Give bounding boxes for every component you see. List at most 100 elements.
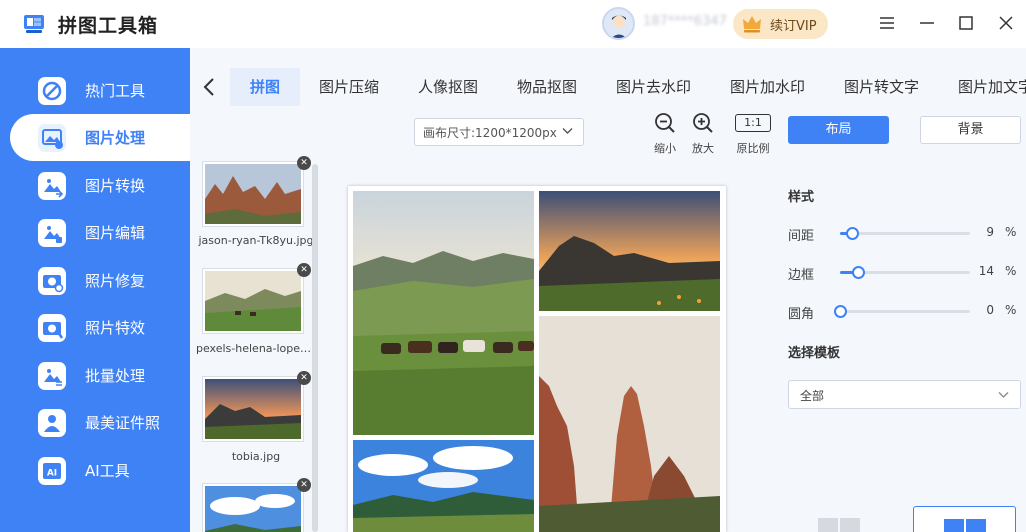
sidebar-item-photo-repair[interactable]: 照片修复	[0, 257, 190, 304]
template-grid-selected[interactable]	[913, 506, 1016, 532]
title-bar: 拼图工具箱 187****6347 续订VIP	[0, 0, 1026, 48]
image-convert-icon	[38, 172, 66, 200]
chevron-down-icon	[998, 392, 1009, 398]
spacing-slider-handle[interactable]	[846, 227, 859, 240]
thumbnail-name: jason-ryan-Tk8yu.jpg	[198, 234, 314, 247]
vip-renew-button[interactable]: 续订VIP	[733, 9, 828, 39]
spacing-slider-track[interactable]	[840, 227, 970, 240]
thumbnail-item[interactable]: ✕	[202, 478, 311, 532]
layout-button[interactable]: 布局	[788, 116, 889, 144]
sidebar-item-id-photo[interactable]: 最美证件照	[0, 399, 190, 446]
collage-photo-rocks	[539, 316, 720, 532]
border-slider[interactable]: 边框 14 %	[788, 262, 1024, 283]
sidebar-item-image-edit[interactable]: 图片编辑	[0, 209, 190, 256]
corner-radius-slider[interactable]: 圆角 0 %	[788, 301, 1024, 322]
sidebar-item-batch[interactable]: 批量处理	[0, 352, 190, 399]
sidebar-item-ai-tools[interactable]: AI AI工具	[0, 447, 190, 494]
sidebar: 热门工具 图片处理 图片转换 图片编辑 照片修复 照片特效 批量处理 最美证件照…	[0, 48, 190, 532]
tab-add-text[interactable]: 图片加文字	[958, 68, 1026, 106]
app-window: 拼图工具箱 187****6347 续订VIP 热门工具 图片处理 图片转换 图…	[0, 0, 1026, 532]
thumbnail-item[interactable]: ✕	[202, 371, 311, 442]
crown-icon	[743, 16, 761, 33]
thumbnail-image	[205, 271, 301, 331]
sidebar-item-photo-effect[interactable]: 照片特效	[0, 304, 190, 351]
app-title: 拼图工具箱	[58, 15, 159, 37]
remove-thumbnail-icon[interactable]: ✕	[297, 478, 311, 492]
sidebar-item-label: 照片修复	[85, 272, 146, 290]
corner-radius-slider-track[interactable]	[834, 305, 970, 318]
svg-text:AI: AI	[47, 469, 57, 479]
spacing-slider[interactable]: 间距 9 %	[788, 223, 1024, 244]
tab-compress[interactable]: 图片压缩	[319, 68, 379, 106]
user-avatar[interactable]	[602, 7, 635, 40]
collage-photo-cows	[353, 191, 534, 435]
sidebar-item-label: 最美证件照	[85, 414, 161, 432]
collage-cell-4[interactable]	[353, 440, 534, 532]
collage-photo-clouds	[353, 440, 534, 532]
remove-thumbnail-icon[interactable]: ✕	[297, 371, 311, 385]
remove-thumbnail-icon[interactable]: ✕	[297, 156, 311, 170]
thumbnail-list: ✕ jason-ryan-Tk8yu.jpg ✕ pexels-helena-l…	[190, 156, 320, 532]
border-slider-track[interactable]	[840, 266, 970, 279]
zoom-out-label: 缩小	[654, 142, 676, 155]
thumbnail-scrollbar[interactable]	[312, 164, 318, 532]
remove-thumbnail-icon[interactable]: ✕	[297, 263, 311, 277]
minimize-icon[interactable]	[916, 12, 938, 34]
layout-template-icon	[944, 519, 986, 532]
spacing-value: 9	[986, 225, 994, 239]
sidebar-item-hot-tools[interactable]: 热门工具	[0, 67, 190, 114]
image-process-icon	[38, 124, 66, 152]
border-unit: %	[1005, 264, 1017, 278]
zoom-out-button[interactable]: 缩小	[647, 112, 683, 156]
style-title: 样式	[788, 190, 815, 205]
style-panel: 样式 间距 9 % 边框 14 % 圆角 0 % 选择模板 全部	[788, 186, 1026, 532]
menu-icon[interactable]	[876, 12, 898, 34]
tab-image-to-text[interactable]: 图片转文字	[844, 68, 919, 106]
border-slider-handle[interactable]	[852, 266, 865, 279]
collage-cell-1[interactable]	[353, 191, 534, 435]
zoom-in-button[interactable]: 放大	[685, 112, 721, 156]
thumbnail-name: pexels-helena-lopes.jpg	[196, 342, 316, 355]
toolbox-icon	[38, 77, 66, 105]
collage-photo-sunset	[539, 191, 720, 311]
zoom-in-icon	[693, 113, 713, 133]
tab-add-watermark[interactable]: 图片加水印	[730, 68, 805, 106]
original-ratio-button[interactable]: 1:1 原比例	[735, 112, 771, 156]
template-filter-select[interactable]: 全部	[788, 380, 1021, 409]
sidebar-item-image-process[interactable]: 图片处理	[10, 114, 190, 161]
grid-template-icon	[818, 518, 860, 532]
thumbnail-image	[205, 486, 301, 532]
canvas-size-select[interactable]: 画布尺寸:1200*1200px	[414, 118, 584, 146]
thumbnail-item[interactable]: ✕	[202, 156, 311, 227]
collage-cell-2[interactable]	[539, 191, 720, 311]
close-icon[interactable]	[995, 12, 1017, 34]
border-label: 边框	[788, 268, 815, 283]
image-edit-icon	[38, 219, 66, 247]
sidebar-item-image-convert[interactable]: 图片转换	[0, 162, 190, 209]
spacing-unit: %	[1005, 225, 1017, 239]
main-area: 拼图 图片压缩 人像抠图 物品抠图 图片去水印 图片加水印 图片转文字 图片加文…	[190, 48, 1026, 532]
corner-radius-slider-handle[interactable]	[834, 305, 847, 318]
spacing-label: 间距	[788, 229, 815, 244]
template-grid-2x2[interactable]	[808, 506, 868, 532]
thumbnail-item[interactable]: ✕	[202, 263, 311, 334]
background-button[interactable]: 背景	[920, 116, 1021, 144]
username: 187****6347	[643, 14, 727, 29]
tab-portrait-cutout[interactable]: 人像抠图	[418, 68, 478, 106]
sidebar-item-label: AI工具	[85, 462, 130, 480]
tab-collage[interactable]: 拼图	[230, 68, 300, 106]
sidebar-item-label: 照片特效	[85, 319, 146, 337]
tab-object-cutout[interactable]: 物品抠图	[517, 68, 577, 106]
tab-remove-watermark[interactable]: 图片去水印	[616, 68, 691, 106]
back-arrow-icon[interactable]	[202, 77, 216, 97]
tool-tabs: 拼图 图片压缩 人像抠图 物品抠图 图片去水印 图片加水印 图片转文字 图片加文…	[190, 68, 1026, 106]
batch-icon	[38, 362, 66, 390]
sidebar-item-label: 图片处理	[85, 129, 146, 147]
user-avatar-icon	[611, 15, 627, 38]
corner-radius-value: 0	[986, 303, 994, 317]
maximize-icon[interactable]	[955, 12, 977, 34]
collage-cell-3[interactable]	[539, 316, 720, 532]
sidebar-item-label: 批量处理	[85, 367, 146, 385]
id-photo-icon	[38, 409, 66, 437]
sidebar-item-label: 图片编辑	[85, 224, 146, 242]
